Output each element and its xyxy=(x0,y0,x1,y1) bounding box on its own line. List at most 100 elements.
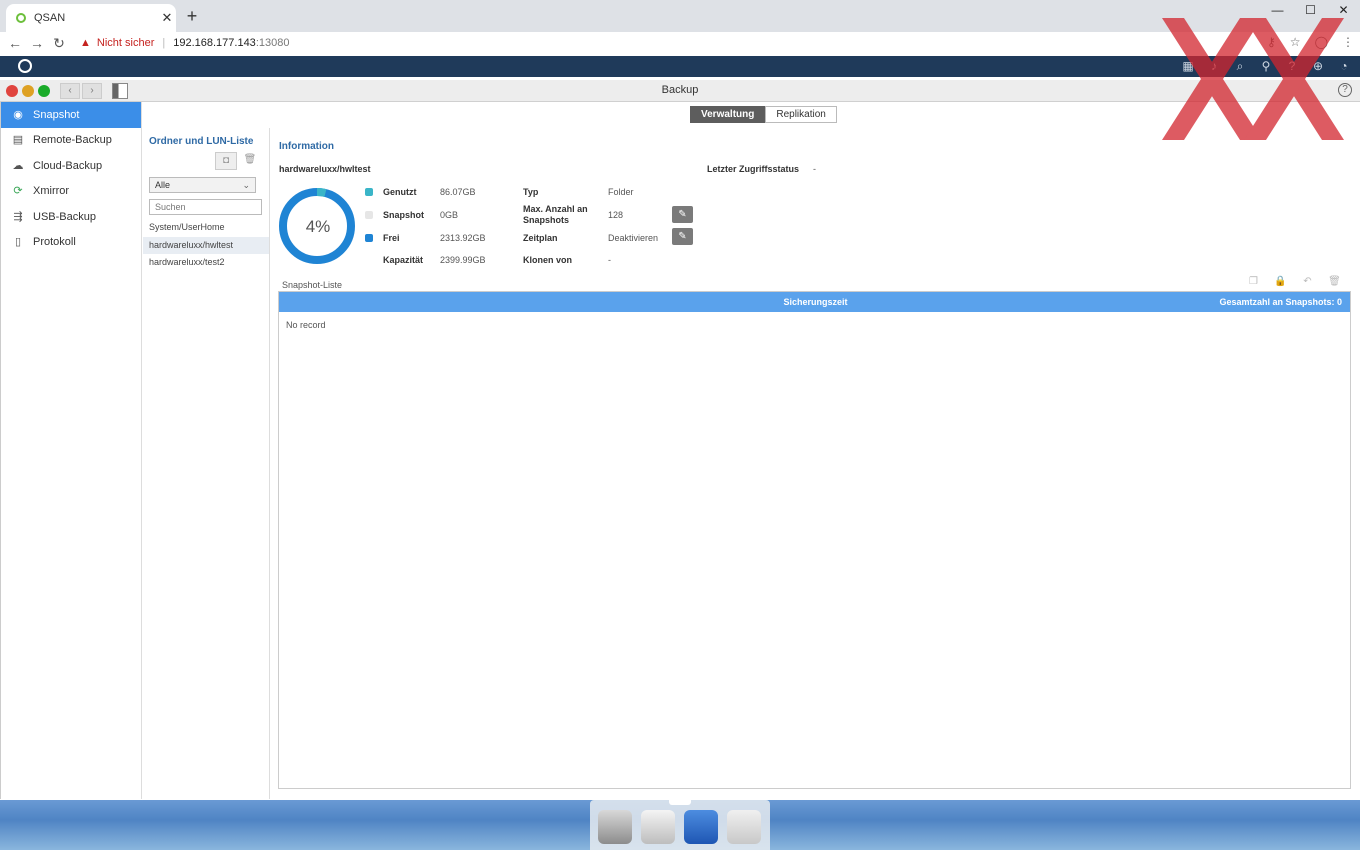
legend-value: 86.07GB xyxy=(440,187,476,197)
list-item[interactable]: hardwareluxx/hwltest xyxy=(143,236,269,254)
star-icon[interactable]: ☆ xyxy=(1290,35,1301,49)
sidebar-item-protokoll[interactable]: ▯ Protokoll xyxy=(1,230,141,256)
access-status-value: - xyxy=(813,164,816,174)
prop-value: - xyxy=(608,255,611,265)
snapshot-table: Sicherungszeit Gesamtzahl an Snapshots: … xyxy=(278,291,1351,789)
warning-icon: ▲ xyxy=(80,37,91,49)
legend-value: 2313.92GB xyxy=(440,233,486,243)
usage-percent: 4% xyxy=(306,217,331,236)
search-input[interactable]: Suchen xyxy=(149,199,262,215)
sidebar-item-remote-backup[interactable]: ▤ Remote-Backup xyxy=(1,128,141,154)
sync-icon: ⟳ xyxy=(13,185,23,198)
backup-app-icon[interactable] xyxy=(684,810,718,844)
app-window-titlebar: ‹ › Backup ? xyxy=(0,80,1360,102)
copy-icon[interactable]: ❐ xyxy=(1243,274,1264,289)
browser-tab[interactable]: QSAN ✕ xyxy=(6,4,176,32)
sidebar-item-label: Cloud-Backup xyxy=(33,159,103,172)
usage-donut-chart: 4% xyxy=(279,188,355,264)
sidebar-item-xmirror[interactable]: ⟳ Xmirror xyxy=(1,179,141,205)
browser-actions: ⚷ ☆ ◯ ⋮ xyxy=(1267,35,1354,49)
trash-icon[interactable]: 🗑 xyxy=(1324,274,1345,289)
sidebar-item-snapshot[interactable]: ◉ Snapshot xyxy=(1,102,141,128)
recycle-bin-icon[interactable] xyxy=(727,810,761,844)
column-backup-time[interactable]: Sicherungszeit xyxy=(279,292,1352,312)
forward-icon[interactable]: → xyxy=(26,35,48,51)
window-title: Backup xyxy=(661,84,699,96)
maximize-icon[interactable]: ☐ xyxy=(1294,0,1327,20)
minimize-icon[interactable]: — xyxy=(1261,0,1294,20)
window-controls: — ☐ ✕ xyxy=(1261,0,1360,20)
search-icon[interactable]: ⌕ xyxy=(1232,58,1248,74)
undo-icon[interactable]: ↶ xyxy=(1297,274,1318,289)
legend-label: Snapshot xyxy=(383,210,425,220)
qsan-logo-icon[interactable] xyxy=(18,59,32,73)
dock-handle[interactable] xyxy=(669,800,691,805)
nas-top-bar: ▦ ♪ ⌕ ⚲ ? ⊕ ◔ xyxy=(0,56,1360,77)
usb-icon: ⇶ xyxy=(13,210,23,223)
edit-max-snapshots-button[interactable]: ✎ xyxy=(672,206,693,223)
access-status-label: Letzter Zugriffsstatus xyxy=(707,164,800,174)
browser-tab-strip: QSAN ✕ + — ☐ ✕ xyxy=(0,0,1360,32)
close-window-icon[interactable]: ✕ xyxy=(1327,0,1360,20)
empty-message: No record xyxy=(286,320,326,330)
nas-toolbar: ▦ ♪ ⌕ ⚲ ? ⊕ ◔ xyxy=(1180,58,1352,74)
address-bar: ← → ↻ ▲ Nicht sicher | 192.168.177.143:1… xyxy=(0,32,1360,54)
legend-label: Kapazität xyxy=(383,255,424,265)
key-icon[interactable]: ⚷ xyxy=(1267,35,1276,49)
tab-replikation[interactable]: Replikation xyxy=(765,106,837,123)
legend-label: Frei xyxy=(383,233,400,243)
trash-icon[interactable]: 🗑 xyxy=(243,152,257,170)
tab-verwaltung[interactable]: Verwaltung xyxy=(690,106,766,123)
sidebar-item-label: USB-Backup xyxy=(33,210,96,223)
folder-list-toolbar: ◘ 🗑 xyxy=(215,152,257,170)
new-tab-button[interactable]: + xyxy=(182,6,202,26)
list-item[interactable]: System/UserHome xyxy=(143,219,269,237)
view-tabs: Verwaltung Replikation xyxy=(690,106,837,123)
edit-schedule-button[interactable]: ✎ xyxy=(672,228,693,245)
sidebar-item-label: Xmirror xyxy=(33,185,70,198)
chevron-down-icon: ⌄ xyxy=(242,180,250,190)
apps-icon[interactable]: ▦ xyxy=(1180,58,1196,74)
url-port: :13080 xyxy=(255,37,290,49)
back-icon[interactable]: ← xyxy=(4,35,26,51)
snapshot-list-label: Snapshot-Liste xyxy=(282,280,343,290)
security-status[interactable]: Nicht sicher xyxy=(97,37,154,49)
pencil-icon: ✎ xyxy=(678,231,687,242)
url-field[interactable]: ▲ Nicht sicher | 192.168.177.143:13080 xyxy=(80,37,289,49)
pencil-icon: ✎ xyxy=(678,209,687,220)
snapshot-total-count: Gesamtzahl an Snapshots: 0 xyxy=(1219,297,1342,307)
app-center-icon[interactable] xyxy=(641,810,675,844)
prop-value: Folder xyxy=(608,187,634,197)
folder-list-title: Ordner und LUN-Liste xyxy=(149,136,254,147)
volume-name: hardwareluxx/hwltest xyxy=(279,164,371,174)
sidebar: ◉ Snapshot ▤ Remote-Backup ☁ Cloud-Backu… xyxy=(0,102,142,799)
control-panel-app-icon[interactable] xyxy=(598,810,632,844)
information-heading: Information xyxy=(279,141,334,152)
bell-icon[interactable]: ♪ xyxy=(1206,58,1222,74)
globe-icon[interactable]: ⊕ xyxy=(1310,58,1326,74)
take-snapshot-icon[interactable]: ◘ xyxy=(215,152,237,170)
prop-label: Typ xyxy=(523,187,539,197)
reload-icon[interactable]: ↻ xyxy=(48,35,70,52)
dashboard-icon[interactable]: ◔ xyxy=(1336,58,1352,74)
lock-icon[interactable]: 🔒 xyxy=(1270,274,1291,289)
prop-label: Zeitplan xyxy=(523,233,558,243)
help-icon[interactable]: ? xyxy=(1284,58,1300,74)
user-icon[interactable]: ⚲ xyxy=(1258,58,1274,74)
sidebar-item-cloud-backup[interactable]: ☁ Cloud-Backup xyxy=(1,153,141,179)
list-item[interactable]: hardwareluxx/test2 xyxy=(143,254,269,272)
sidebar-item-usb-backup[interactable]: ⇶ USB-Backup xyxy=(1,204,141,230)
snapshot-toolbar: ❐ 🔒 ↶ 🗑 xyxy=(1243,274,1345,289)
menu-icon[interactable]: ⋮ xyxy=(1342,35,1354,49)
folder-list-panel: Ordner und LUN-Liste ◘ 🗑 Alle ⌄ Suchen S… xyxy=(143,128,270,799)
sidebar-item-label: Protokoll xyxy=(33,236,76,249)
legend-value: 0GB xyxy=(440,210,459,220)
question-icon[interactable]: ? xyxy=(1338,83,1352,97)
close-tab-icon[interactable]: ✕ xyxy=(158,10,176,26)
profile-icon[interactable]: ◯ xyxy=(1315,35,1328,49)
server-icon: ▤ xyxy=(12,134,24,147)
filter-select[interactable]: Alle ⌄ xyxy=(149,177,256,193)
filter-value: Alle xyxy=(155,180,171,190)
table-header: Sicherungszeit Gesamtzahl an Snapshots: … xyxy=(279,292,1350,312)
sidebar-item-label: Snapshot xyxy=(33,108,80,121)
